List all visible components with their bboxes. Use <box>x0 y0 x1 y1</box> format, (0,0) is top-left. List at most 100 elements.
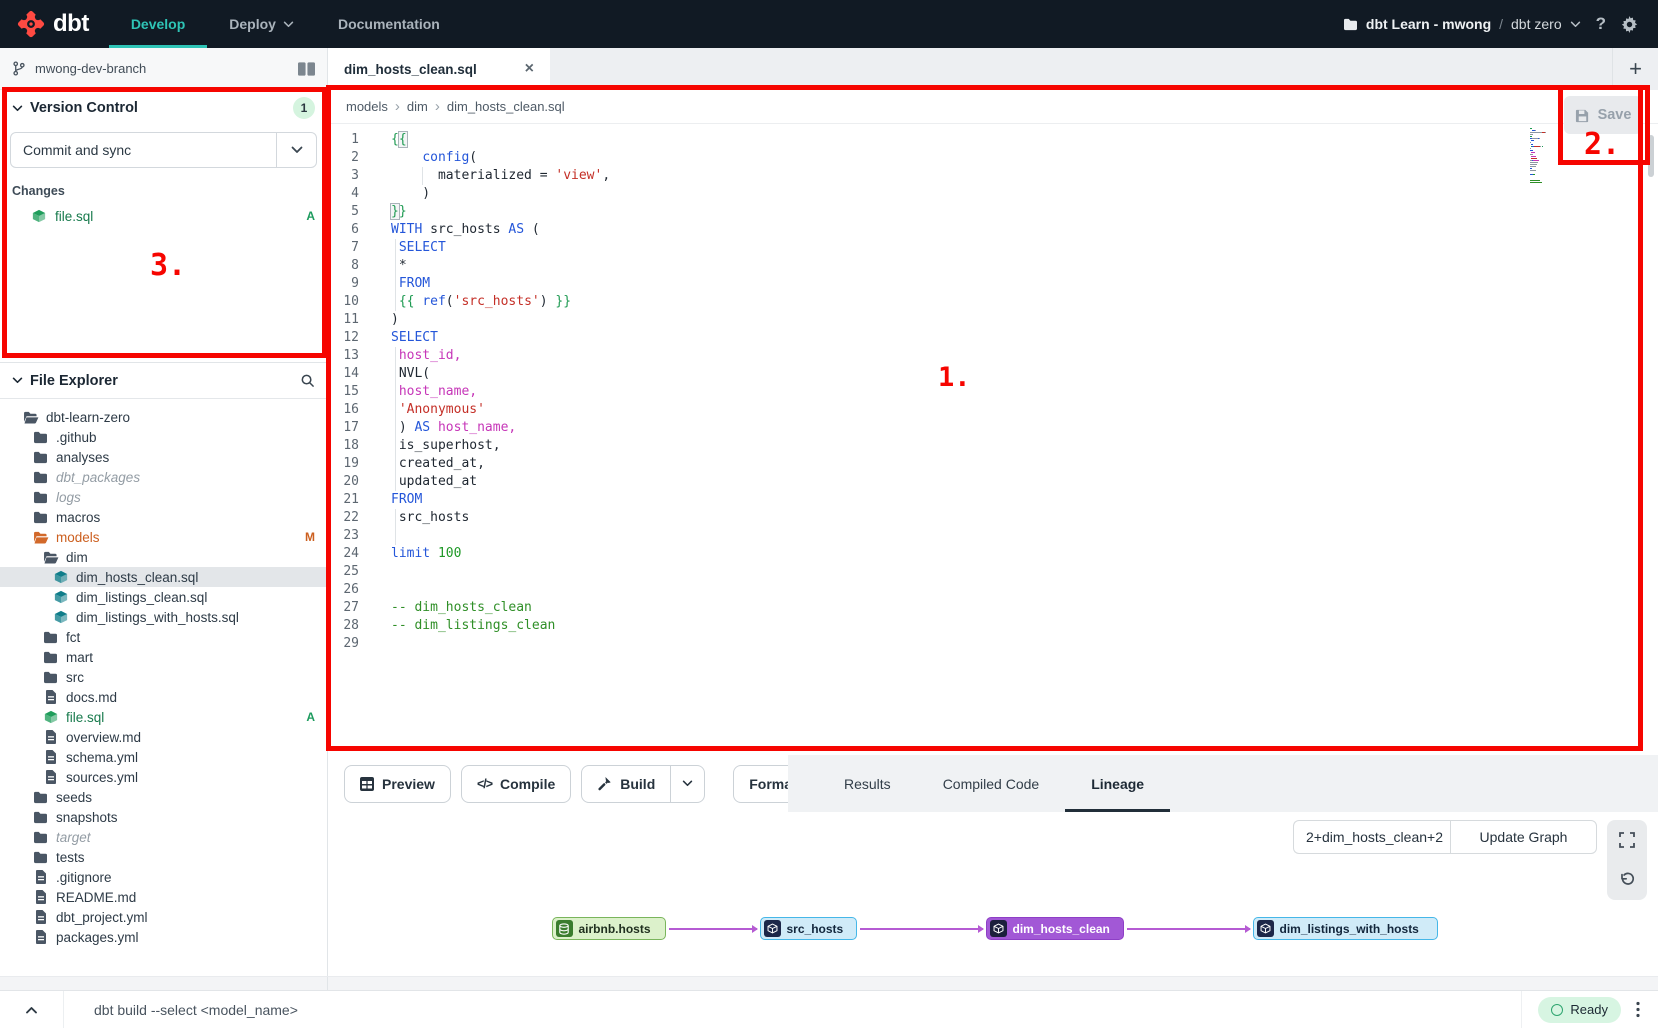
breadcrumb-item[interactable]: models <box>346 99 388 114</box>
tree-item-dim-listings-clean-sql[interactable]: dim_listings_clean.sql <box>0 587 327 607</box>
command-input[interactable]: dbt build --select <model_name> <box>64 1002 1521 1018</box>
code-line[interactable]: 'Anonymous' <box>391 401 1658 419</box>
code-line[interactable]: NVL( <box>391 365 1658 383</box>
tree-item-dim[interactable]: dim <box>0 547 327 567</box>
code-line[interactable]: is_superhost, <box>391 437 1658 455</box>
code-line[interactable]: }} <box>391 203 1658 221</box>
status-badge[interactable]: Ready <box>1538 997 1621 1023</box>
build-button[interactable]: Build <box>581 765 705 803</box>
lineage-node-src-hosts[interactable]: src_hosts <box>760 917 857 940</box>
code-line[interactable]: ) <box>391 311 1658 329</box>
tree-item-snapshots[interactable]: snapshots <box>0 807 327 827</box>
project-selector[interactable]: dbt Learn - mwong / dbt zero <box>1343 16 1581 32</box>
code-line[interactable]: -- dim_listings_clean <box>391 617 1658 635</box>
code-line[interactable]: host_name, <box>391 383 1658 401</box>
tab-compiled-code[interactable]: Compiled Code <box>917 755 1066 812</box>
tree-item-models[interactable]: modelsM <box>0 527 327 547</box>
tree-item-seeds[interactable]: seeds <box>0 787 327 807</box>
tree-item-logs[interactable]: logs <box>0 487 327 507</box>
dbt-logo[interactable]: dbt <box>0 0 109 48</box>
tree-item--github[interactable]: .github <box>0 427 327 447</box>
tree-item-fct[interactable]: fct <box>0 627 327 647</box>
tab-lineage[interactable]: Lineage <box>1065 755 1170 812</box>
commit-and-sync-button[interactable]: Commit and sync <box>11 133 276 167</box>
file-explorer-header[interactable]: File Explorer <box>0 363 327 399</box>
breadcrumb-item[interactable]: dim_hosts_clean.sql <box>447 99 565 114</box>
reset-view-icon[interactable] <box>1607 860 1647 900</box>
code-line[interactable]: limit 100 <box>391 545 1658 563</box>
tree-item-overview-md[interactable]: overview.md <box>0 727 327 747</box>
tree-item-dim-hosts-clean-sql[interactable]: dim_hosts_clean.sql <box>0 567 327 587</box>
fullscreen-icon[interactable] <box>1607 820 1647 860</box>
code-line[interactable]: * <box>391 257 1658 275</box>
tree-item-schema-yml[interactable]: schema.yml <box>0 747 327 767</box>
update-graph-button[interactable]: Update Graph <box>1450 820 1597 854</box>
code-line[interactable]: src_hosts <box>391 509 1658 527</box>
code-line[interactable]: ) AS host_name, <box>391 419 1658 437</box>
code-line[interactable]: host_id, <box>391 347 1658 365</box>
code-line[interactable]: updated_at <box>391 473 1658 491</box>
code-line[interactable]: {{ ref('src_hosts') }} <box>391 293 1658 311</box>
tree-item-packages-yml[interactable]: packages.yml <box>0 927 327 947</box>
code-line[interactable]: FROM <box>391 491 1658 509</box>
code-lines[interactable]: {{ config( materialized = 'view', )}}WIT… <box>368 131 1658 755</box>
code-line[interactable]: FROM <box>391 275 1658 293</box>
new-tab-button[interactable]: + <box>1612 48 1658 90</box>
code-line[interactable]: {{ <box>391 131 1658 149</box>
tree-item-tests[interactable]: tests <box>0 847 327 867</box>
lineage-node-dim-listings-with-hosts[interactable]: dim_listings_with_hosts <box>1253 917 1438 940</box>
tree-item-dbt-packages[interactable]: dbt_packages <box>0 467 327 487</box>
code-line[interactable] <box>391 635 1658 653</box>
tree-item-macros[interactable]: macros <box>0 507 327 527</box>
code-line[interactable] <box>391 581 1658 599</box>
docs-view-icon[interactable] <box>298 62 315 76</box>
tree-item-dim-listings-with-hosts-sql[interactable]: dim_listings_with_hosts.sql <box>0 607 327 627</box>
help-icon[interactable]: ? <box>1596 14 1606 34</box>
search-icon[interactable] <box>300 373 315 388</box>
code-line[interactable]: config( <box>391 149 1658 167</box>
compile-button[interactable]: </>Compile <box>461 765 571 803</box>
build-options-button[interactable] <box>670 766 704 802</box>
kebab-menu-icon[interactable] <box>1636 1001 1640 1018</box>
tree-item-readme-md[interactable]: README.md <box>0 887 327 907</box>
tree-item--gitignore[interactable]: .gitignore <box>0 867 327 887</box>
preview-button[interactable]: Preview <box>344 765 451 803</box>
tree-item-analyses[interactable]: analyses <box>0 447 327 467</box>
code-line[interactable]: SELECT <box>391 329 1658 347</box>
save-button[interactable]: Save <box>1564 96 1642 134</box>
floppy-icon <box>1575 108 1590 123</box>
nav-item-develop[interactable]: Develop <box>109 0 207 48</box>
version-control-header[interactable]: Version Control 1 <box>0 90 327 126</box>
commit-options-button[interactable] <box>276 133 316 167</box>
tab-results[interactable]: Results <box>818 755 917 812</box>
nav-item-documentation[interactable]: Documentation <box>316 0 462 48</box>
tree-item-docs-md[interactable]: docs.md <box>0 687 327 707</box>
tree-item-dbt-learn-zero[interactable]: dbt-learn-zero <box>0 407 327 427</box>
code-line[interactable]: -- dim_hosts_clean <box>391 599 1658 617</box>
code-line[interactable] <box>391 527 1658 545</box>
gear-icon[interactable] <box>1621 16 1638 33</box>
code-line[interactable]: WITH src_hosts AS ( <box>391 221 1658 239</box>
tree-item-mart[interactable]: mart <box>0 647 327 667</box>
tree-item-file-sql[interactable]: file.sqlA <box>0 707 327 727</box>
tree-item-dbt-project-yml[interactable]: dbt_project.yml <box>0 907 327 927</box>
code-line[interactable]: created_at, <box>391 455 1658 473</box>
tree-item-sources-yml[interactable]: sources.yml <box>0 767 327 787</box>
nav-item-label: Develop <box>131 16 185 32</box>
code-line[interactable]: ) <box>391 185 1658 203</box>
lineage-node-dim-hosts-clean[interactable]: dim_hosts_clean <box>986 917 1124 940</box>
nav-item-deploy[interactable]: Deploy <box>207 0 316 48</box>
breadcrumb-item[interactable]: dim <box>407 99 428 114</box>
changed-file-row[interactable]: file.sqlA <box>0 204 327 228</box>
code-line[interactable]: SELECT <box>391 239 1658 257</box>
lineage-selector-input[interactable] <box>1293 820 1450 854</box>
tree-item-src[interactable]: src <box>0 667 327 687</box>
editor-scrollbar[interactable] <box>1648 135 1654 177</box>
lineage-node-airbnb-hosts[interactable]: airbnb.hosts <box>552 917 666 940</box>
code-line[interactable]: materialized = 'view', <box>391 167 1658 185</box>
collapse-panel-button[interactable] <box>0 991 64 1028</box>
close-icon[interactable]: × <box>525 60 534 78</box>
tab-dim-hosts-clean[interactable]: dim_hosts_clean.sql × <box>328 48 550 90</box>
tree-item-target[interactable]: target <box>0 827 327 847</box>
code-line[interactable] <box>391 563 1658 581</box>
